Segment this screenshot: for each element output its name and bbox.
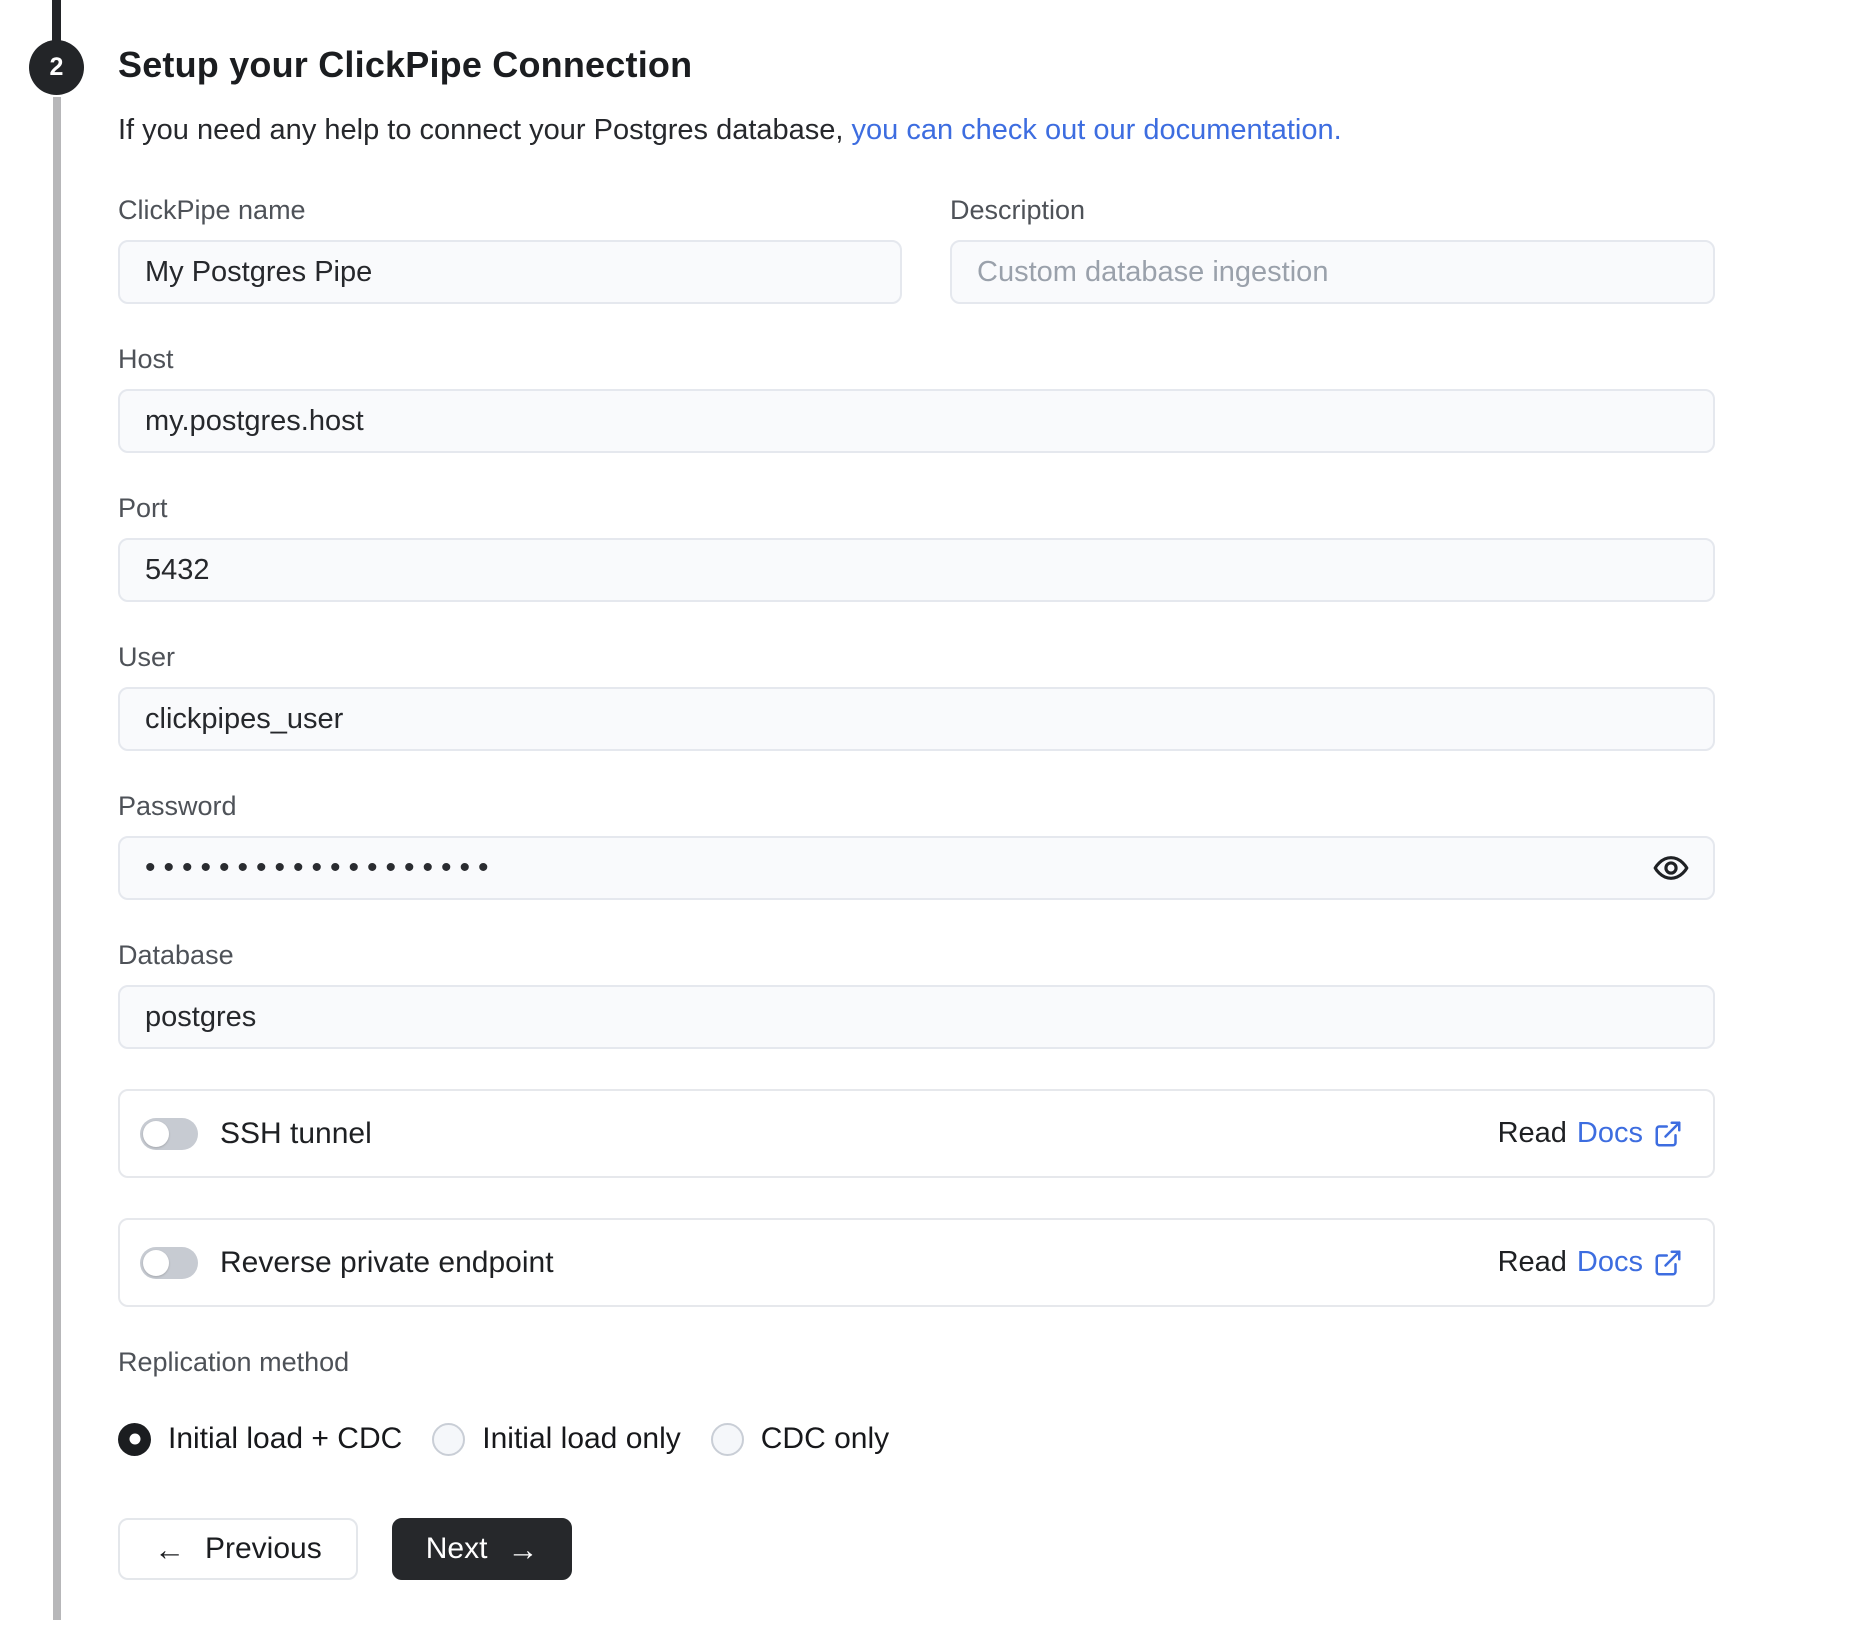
setup-connection-panel: Setup your ClickPipe Connection If you n… — [118, 44, 1715, 1580]
reverse-private-endpoint-row: Reverse private endpoint Read Docs — [118, 1218, 1715, 1307]
clickpipe-name-label: ClickPipe name — [118, 195, 306, 225]
previous-button-label: Previous — [205, 1532, 322, 1565]
port-field: Port — [118, 493, 1715, 602]
documentation-link[interactable]: you can check out our documentation. — [852, 114, 1342, 146]
radio-cdc-only[interactable]: CDC only — [710, 1422, 890, 1456]
help-text: If you need any help to connect your Pos… — [118, 114, 1715, 147]
left-arrow-icon: ← — [154, 1531, 185, 1567]
user-input[interactable] — [118, 687, 1715, 751]
right-arrow-icon: → — [507, 1531, 539, 1567]
replication-method-group: Initial load + CDC Initial load only CDC… — [118, 1422, 1715, 1456]
port-input[interactable] — [118, 538, 1715, 602]
help-text-plain: If you need any help to connect your Pos… — [118, 114, 852, 146]
description-field: Description — [950, 195, 1715, 304]
next-button-label: Next — [425, 1532, 488, 1565]
radio-unselected-icon — [710, 1422, 744, 1456]
external-link-icon[interactable] — [1653, 1248, 1683, 1278]
next-button[interactable]: Next → — [391, 1518, 573, 1580]
ssh-tunnel-row: SSH tunnel Read Docs — [118, 1089, 1715, 1178]
radio-initial-load-only[interactable]: Initial load only — [432, 1422, 681, 1456]
read-text: Read — [1497, 1117, 1567, 1149]
show-password-button[interactable] — [1649, 846, 1693, 890]
database-label: Database — [118, 940, 234, 970]
read-text: Read — [1497, 1246, 1567, 1278]
reverse-private-endpoint-label: Reverse private endpoint — [220, 1245, 554, 1279]
password-field: Password ••••••••••••••••••• — [118, 791, 1715, 900]
host-label: Host — [118, 344, 174, 374]
description-input[interactable] — [950, 240, 1715, 304]
rpe-docs-link[interactable]: Docs — [1577, 1246, 1643, 1279]
host-field: Host — [118, 344, 1715, 453]
page-title: Setup your ClickPipe Connection — [118, 44, 693, 85]
toggle-knob — [143, 1249, 169, 1276]
password-input[interactable]: ••••••••••••••••••• — [118, 836, 1715, 900]
reverse-private-endpoint-toggle[interactable] — [140, 1246, 198, 1279]
radio-initial-load-cdc[interactable]: Initial load + CDC — [118, 1422, 402, 1456]
clickpipe-name-input[interactable] — [118, 240, 902, 304]
clickpipe-name-field: ClickPipe name — [118, 195, 902, 304]
step-indicator: 2 — [29, 40, 84, 95]
host-input[interactable] — [118, 389, 1715, 453]
database-field: Database — [118, 940, 1715, 1049]
previous-button[interactable]: ← Previous — [118, 1518, 358, 1580]
radio-unselected-icon — [432, 1422, 466, 1456]
stepper-line-bottom — [53, 97, 61, 1620]
user-label: User — [118, 642, 176, 672]
ssh-tunnel-label: SSH tunnel — [220, 1116, 372, 1150]
radio-label: Initial load + CDC — [168, 1422, 403, 1455]
description-label: Description — [950, 195, 1086, 225]
replication-method-label: Replication method — [118, 1347, 350, 1377]
eye-icon — [1652, 849, 1690, 887]
radio-label: Initial load only — [482, 1422, 681, 1455]
port-label: Port — [118, 493, 168, 523]
database-input[interactable] — [118, 985, 1715, 1049]
external-link-icon[interactable] — [1653, 1119, 1683, 1149]
user-field: User — [118, 642, 1715, 751]
password-label: Password — [118, 791, 237, 821]
stepper-line-top — [52, 0, 61, 42]
step-number: 2 — [49, 53, 64, 81]
ssh-docs-link[interactable]: Docs — [1577, 1117, 1643, 1150]
radio-label: CDC only — [760, 1422, 890, 1455]
ssh-tunnel-toggle[interactable] — [140, 1117, 198, 1150]
toggle-knob — [143, 1120, 169, 1147]
radio-selected-icon — [118, 1422, 151, 1456]
